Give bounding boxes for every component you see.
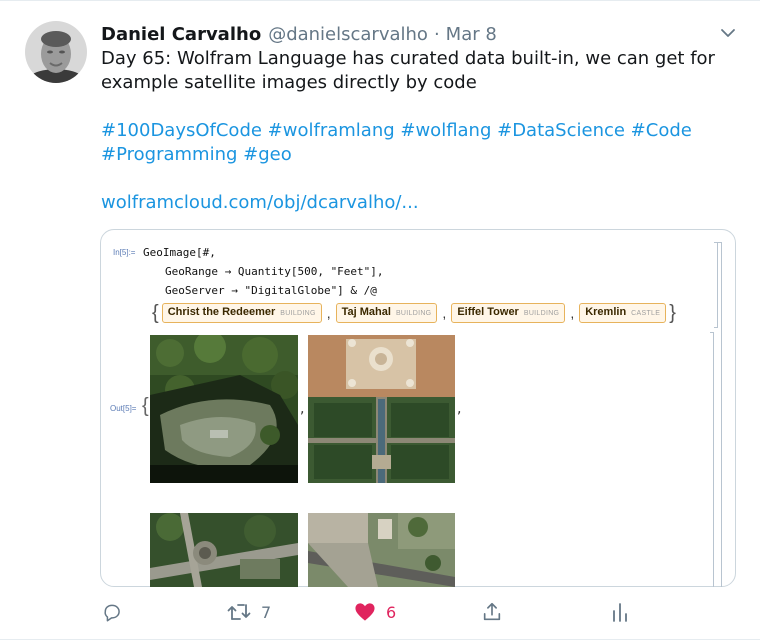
entity-type: BUILDING [523,310,560,317]
entity-list: { Christ the Redeemer BUILDING , Taj Mah… [152,301,676,325]
retweet-icon [227,601,251,623]
analytics-icon [610,601,630,623]
entity-name: Christ the Redeemer [167,306,276,318]
share-button[interactable] [481,599,503,625]
tweet-text-line: example satellite images directly by cod… [101,72,477,93]
satellite-image-eiffel-tower[interactable] [150,513,298,587]
tweet-header: Daniel Carvalho @danielscarvalho · Mar 8 [101,22,497,46]
output-open-brace: { [142,395,149,417]
close-brace: } [669,302,676,324]
code-line: GeoRange → Quantity[500, "Feet"], [165,265,384,278]
entity-name: Eiffel Tower [457,306,519,318]
like-button[interactable]: 6 [354,599,396,625]
satellite-image-kremlin[interactable] [308,513,455,587]
entity-chip[interactable]: Christ the Redeemer BUILDING [161,303,322,323]
entity-name: Kremlin [585,306,627,318]
retweet-button[interactable]: 7 [227,599,271,625]
output-comma: , [300,401,305,417]
entity-chip[interactable]: Eiffel Tower BUILDING [451,303,566,323]
tweet-link[interactable]: wolframcloud.com/obj/dcarvalho/... [101,191,721,215]
comma: , [442,305,447,321]
output-label: Out[5]= [110,404,137,413]
comma: , [570,305,575,321]
code-block: GeoImage[#, GeoRange → Quantity[500, "Fe… [143,243,384,300]
tweet-text: Day 65: Wolfram Language has curated dat… [101,47,721,215]
code-line: GeoImage[#, [143,246,216,259]
comma: , [326,305,331,321]
entity-name: Taj Mahal [341,306,391,318]
like-count: 6 [386,602,397,622]
author-name[interactable]: Daniel Carvalho [101,24,261,45]
action-bar: 7 6 [0,599,760,625]
reply-icon [102,602,122,622]
entity-chip[interactable]: Taj Mahal BUILDING [335,303,438,323]
open-brace: { [152,302,159,324]
cell-bracket[interactable] [718,242,722,587]
reply-button[interactable] [102,599,122,625]
cell-bracket[interactable] [710,332,714,587]
entity-type: CASTLE [631,310,661,317]
avatar[interactable] [25,21,87,83]
hashtags-line[interactable]: #Programming #geo [101,143,721,167]
author-handle[interactable]: @danielscarvalho [268,24,428,45]
retweet-count: 7 [261,602,272,622]
share-icon [481,601,503,623]
code-line: GeoServer → "DigitalGlobe"] & /@ [165,284,377,297]
entity-type: BUILDING [280,310,316,317]
chevron-down-icon[interactable] [716,21,740,45]
analytics-button[interactable] [610,599,630,625]
heart-icon [354,602,376,622]
output-comma: , [457,401,462,417]
tweet[interactable]: Daniel Carvalho @danielscarvalho · Mar 8… [0,0,760,640]
entity-type: BUILDING [395,310,432,317]
satellite-image-taj-mahal[interactable] [308,335,455,483]
tweet-text-line: Day 65: Wolfram Language has curated dat… [101,48,715,69]
satellite-image-christ-the-redeemer[interactable] [150,335,298,483]
input-label: In[5]:= [113,248,136,257]
hashtags-line[interactable]: #100DaysOfCode #wolframlang #wolflang #D… [101,119,721,143]
separator-dot: · [433,23,440,45]
tweet-date[interactable]: Mar 8 [446,24,497,45]
entity-chip[interactable]: Kremlin CASTLE [579,303,667,323]
